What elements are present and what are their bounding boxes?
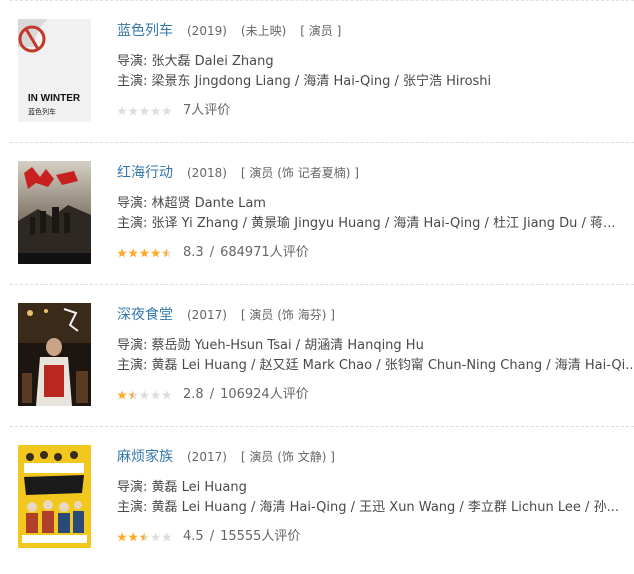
film-info: 深夜食堂 (2017) [ 演员 (饰 海芬) ] 导演: 蔡岳勋 Yueh-Hsu… bbox=[117, 304, 634, 405]
film-director: 导演: 黄磊 Lei Huang bbox=[117, 480, 247, 495]
film-info: 麻烦家族 (2017) [ 演员 (饰 文静) ] 导演: 黄磊 Lei Huang… bbox=[117, 446, 634, 547]
film-score: 8.3 bbox=[183, 245, 204, 260]
film-year: (2017) bbox=[187, 450, 227, 464]
film-role: [ 演员 (饰 文静) ] bbox=[240, 450, 335, 464]
film-rating: 4.5 / 15555人评价 bbox=[117, 527, 634, 547]
film-rating: 7人评价 bbox=[117, 101, 634, 121]
film-item: 深夜食堂 (2017) [ 演员 (饰 海芬) ] 导演: 蔡岳勋 Yueh-Hsu… bbox=[0, 285, 634, 427]
film-poster[interactable] bbox=[18, 445, 91, 548]
rating-star bbox=[117, 390, 127, 400]
film-item: IN WINTER 蓝色列车 蓝色列车 (2019) (未上映) [ 演员 ] 导演:… bbox=[0, 1, 634, 143]
film-cast: 主演: 张译 Yi Zhang / 黄景瑜 Jingyu Huang / 海清 … bbox=[117, 216, 616, 231]
rating-star bbox=[150, 106, 161, 116]
film-item: 麻烦家族 (2017) [ 演员 (饰 文静) ] 导演: 黄磊 Lei Huang… bbox=[0, 427, 634, 569]
rating-star bbox=[117, 532, 127, 542]
film-title-link[interactable]: 蓝色列车 bbox=[117, 23, 173, 39]
rating-star bbox=[128, 390, 138, 400]
poster-caption-cn: 蓝色列车 bbox=[28, 107, 56, 116]
rating-stars-icon bbox=[117, 248, 173, 258]
film-poster[interactable] bbox=[18, 161, 91, 264]
film-cast: 主演: 梁景东 Jingdong Liang / 海清 Hai-Qing / 张… bbox=[117, 74, 492, 89]
rating-star bbox=[162, 390, 172, 400]
film-year: (2018) bbox=[187, 166, 227, 180]
rating-star bbox=[128, 106, 138, 116]
rating-star bbox=[139, 248, 150, 258]
film-info: 红海行动 (2018) [ 演员 (饰 记者夏楠) ] 导演: 林超贤 Dante … bbox=[117, 162, 634, 263]
film-score: 2.8 bbox=[183, 387, 204, 402]
film-title-row: 深夜食堂 (2017) [ 演员 (饰 海芬) ] bbox=[117, 304, 634, 326]
rating-stars-icon bbox=[117, 106, 173, 116]
film-rating: 8.3 / 684971人评价 bbox=[117, 243, 634, 263]
film-director: 导演: 林超贤 Dante Lam bbox=[117, 196, 266, 211]
film-votes: 106924人评价 bbox=[220, 387, 309, 402]
film-year: (2017) bbox=[187, 308, 227, 322]
rating-star bbox=[117, 248, 127, 258]
film-title-row: 麻烦家族 (2017) [ 演员 (饰 文静) ] bbox=[117, 446, 634, 468]
film-rating: 2.8 / 106924人评价 bbox=[117, 385, 634, 405]
rating-star bbox=[162, 532, 172, 542]
rating-star bbox=[117, 106, 127, 116]
rating-star bbox=[128, 532, 138, 542]
rating-star bbox=[139, 390, 150, 400]
rating-star bbox=[139, 532, 150, 542]
film-votes: 684971人评价 bbox=[220, 245, 309, 260]
rating-star bbox=[139, 106, 150, 116]
film-title-row: 蓝色列车 (2019) (未上映) [ 演员 ] bbox=[117, 20, 634, 42]
film-director: 导演: 张大磊 Dalei Zhang bbox=[117, 54, 274, 69]
film-title-link[interactable]: 深夜食堂 bbox=[117, 307, 173, 323]
film-status: (未上映) bbox=[240, 24, 287, 38]
film-role: [ 演员 (饰 海芬) ] bbox=[240, 308, 335, 322]
film-cast: 主演: 黄磊 Lei Huang / 海清 Hai-Qing / 王迅 Xun … bbox=[117, 500, 619, 515]
rating-star bbox=[150, 248, 161, 258]
film-role: [ 演员 (饰 记者夏楠) ] bbox=[240, 166, 359, 180]
rating-divider: / bbox=[209, 245, 215, 260]
film-director: 导演: 蔡岳勋 Yueh-Hsun Tsai / 胡涵清 Hanqing Hu bbox=[117, 338, 424, 353]
film-votes: 15555人评价 bbox=[220, 529, 301, 544]
rating-divider: / bbox=[209, 529, 215, 544]
rating-star bbox=[162, 248, 172, 258]
rating-stars-icon bbox=[117, 390, 173, 400]
film-title-link[interactable]: 红海行动 bbox=[117, 165, 173, 181]
film-title-link[interactable]: 麻烦家族 bbox=[117, 449, 173, 465]
poster-caption-en: IN WINTER bbox=[28, 93, 81, 104]
film-title-row: 红海行动 (2018) [ 演员 (饰 记者夏楠) ] bbox=[117, 162, 634, 184]
film-cast: 主演: 黄磊 Lei Huang / 赵又廷 Mark Chao / 张钧甯 C… bbox=[117, 358, 634, 373]
rating-star bbox=[150, 532, 161, 542]
rating-divider: / bbox=[209, 387, 215, 402]
film-item: 红海行动 (2018) [ 演员 (饰 记者夏楠) ] 导演: 林超贤 Dante … bbox=[0, 143, 634, 285]
film-role: [ 演员 ] bbox=[300, 24, 342, 38]
rating-star bbox=[162, 106, 172, 116]
film-score: 4.5 bbox=[183, 529, 204, 544]
rating-stars-icon bbox=[117, 532, 173, 542]
rating-star bbox=[150, 390, 161, 400]
rating-star bbox=[128, 248, 138, 258]
film-poster[interactable]: IN WINTER 蓝色列车 bbox=[18, 19, 91, 122]
film-info: 蓝色列车 (2019) (未上映) [ 演员 ] 导演: 张大磊 Dalei Zhan… bbox=[117, 20, 634, 121]
film-year: (2019) bbox=[187, 24, 227, 38]
film-poster[interactable] bbox=[18, 303, 91, 406]
film-votes: 7人评价 bbox=[183, 103, 231, 118]
